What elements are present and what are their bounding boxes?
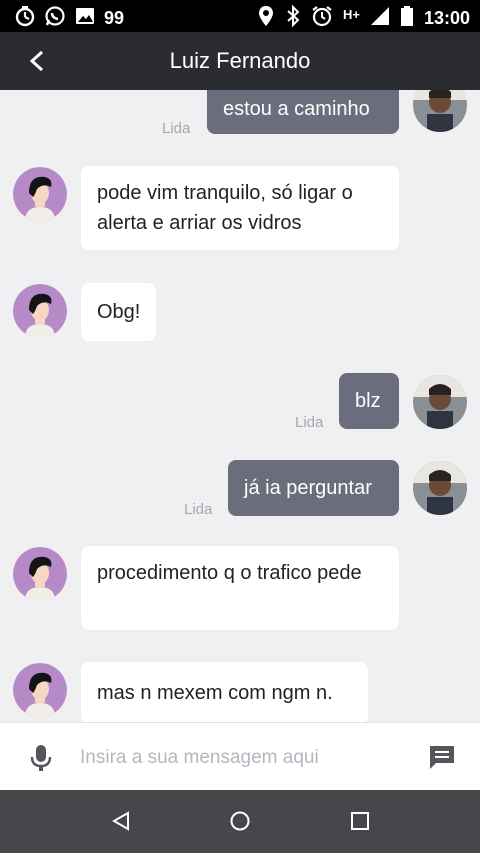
message-text: já ia perguntar [244, 477, 372, 499]
whatsapp-icon [44, 5, 66, 32]
outgoing-message[interactable]: já ia perguntar [228, 460, 399, 516]
read-status: Lida [184, 501, 213, 518]
message-input[interactable]: Insira a sua mensagem aqui [80, 747, 319, 769]
nav-recents-button[interactable] [349, 810, 371, 837]
message-text: estou a caminho [223, 98, 370, 120]
message-text: mas n mexem com ngm n. [97, 682, 333, 704]
nav-home-button[interactable] [229, 810, 251, 837]
chat-header: Luiz Fernando [0, 32, 480, 90]
contact-avatar[interactable] [13, 663, 67, 717]
nav-back-button[interactable] [110, 810, 132, 837]
contact-avatar[interactable] [13, 167, 67, 221]
message-text: blz [355, 390, 381, 412]
status-bar: 99 H+ 13:00 [0, 0, 480, 32]
my-avatar[interactable] [413, 375, 467, 429]
home-circle-icon [230, 811, 250, 831]
read-status: Lida [162, 120, 191, 137]
message-list[interactable]: estou a caminho Lida pode vim tranquilo,… [0, 90, 480, 722]
message-composer: Insira a sua mensagem aqui [0, 722, 480, 791]
gallery-icon [74, 5, 96, 32]
my-avatar[interactable] [413, 90, 467, 132]
send-button[interactable] [428, 743, 456, 776]
message-text: Obg! [97, 301, 141, 323]
location-icon [257, 5, 275, 32]
battery-icon [400, 5, 414, 32]
contact-avatar[interactable] [13, 547, 67, 601]
network-type: H+ [342, 7, 360, 22]
alarm-icon [311, 5, 333, 32]
message-icon [430, 746, 454, 769]
timer-icon [14, 5, 36, 32]
outgoing-message[interactable]: blz [339, 373, 399, 429]
incoming-message[interactable]: mas n mexem com ngm n. [81, 662, 368, 722]
recents-square-icon [351, 812, 369, 830]
incoming-message[interactable]: Obg! [81, 283, 156, 341]
contact-avatar[interactable] [13, 284, 67, 338]
notification-count: 99 [104, 8, 125, 28]
clock: 13:00 [423, 8, 470, 28]
my-avatar[interactable] [413, 461, 467, 515]
mic-button[interactable] [28, 743, 54, 778]
read-status: Lida [295, 414, 324, 431]
outgoing-message[interactable]: estou a caminho [207, 90, 399, 134]
message-text: procedimento q o trafico pede [97, 562, 362, 584]
contact-name: Luiz Fernando [169, 48, 311, 73]
back-triangle-icon [111, 811, 129, 831]
incoming-message[interactable]: pode vim tranquilo, só ligar o alerta e … [81, 166, 399, 250]
bluetooth-icon [285, 4, 301, 32]
microphone-icon [30, 745, 52, 771]
system-nav-bar [0, 790, 480, 853]
incoming-message[interactable]: procedimento q o trafico pede [81, 546, 399, 630]
signal-icon [370, 6, 390, 31]
message-text: pode vim tranquilo, só ligar o alerta e … [97, 182, 353, 234]
